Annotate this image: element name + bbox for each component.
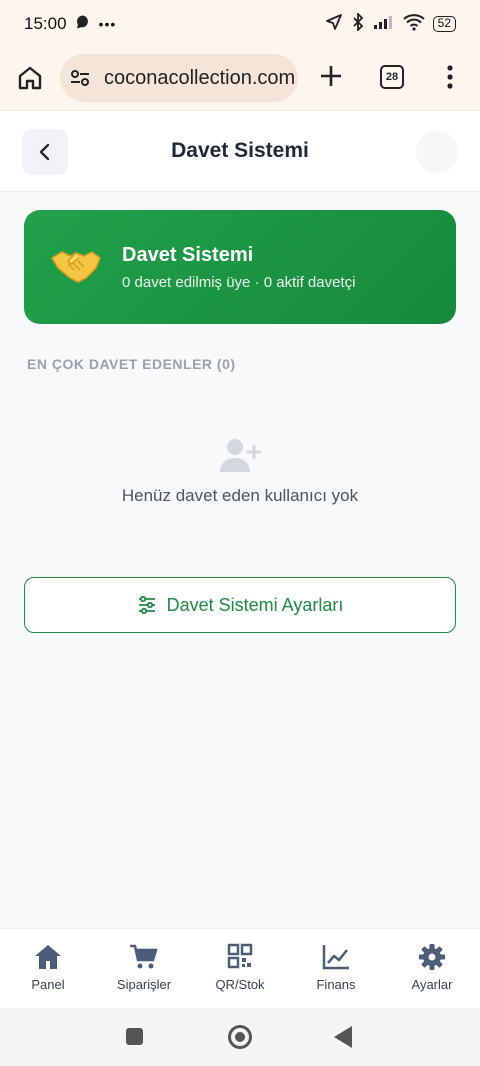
wifi-icon bbox=[402, 13, 425, 36]
location-icon bbox=[325, 13, 343, 36]
nav-label: Ayarlar bbox=[411, 977, 453, 992]
nav-label: Finans bbox=[316, 977, 356, 992]
back-triangle-icon[interactable] bbox=[334, 1026, 352, 1048]
bottom-navigation: Panel Siparişler QR/Stok Finans Ayarlar bbox=[0, 928, 480, 1008]
page-title: Davet Sistemi bbox=[171, 139, 309, 162]
battery-indicator: 52 bbox=[432, 16, 456, 32]
nav-item-settings[interactable]: Ayarlar bbox=[384, 929, 480, 1008]
cart-icon bbox=[130, 944, 158, 969]
chart-icon bbox=[322, 945, 349, 970]
hero-stats: 0 davet edilmiş üye · 0 aktif davetçi bbox=[122, 274, 356, 291]
status-bar: 15:00 ••• 52 bbox=[0, 0, 480, 48]
browser-toolbar: coconacollection.com 28 bbox=[0, 48, 480, 110]
more-dots-icon: ••• bbox=[98, 16, 117, 32]
hero-title: Davet Sistemi bbox=[122, 244, 254, 266]
home-icon[interactable] bbox=[16, 64, 44, 92]
address-bar[interactable]: coconacollection.com bbox=[60, 54, 298, 102]
settings-button-label: Davet Sistemi Ayarları bbox=[166, 594, 344, 615]
tab-switcher-button[interactable]: 28 bbox=[380, 65, 404, 89]
url-text: coconacollection.com bbox=[104, 66, 296, 89]
nav-item-finance[interactable]: Finans bbox=[288, 929, 384, 1008]
system-navigation bbox=[0, 1008, 480, 1066]
nav-label: QR/Stok bbox=[215, 977, 265, 992]
empty-state-text: Henüz davet eden kullanıcı yok bbox=[121, 486, 359, 505]
nav-label: Panel bbox=[31, 977, 65, 992]
signal-icon bbox=[373, 14, 395, 35]
nav-item-panel[interactable]: Panel bbox=[0, 929, 96, 1008]
top-inviters-heading: EN ÇOK DAVET EDENLER (0) bbox=[27, 356, 236, 372]
sliders-icon bbox=[138, 595, 155, 615]
header-action-button[interactable] bbox=[416, 131, 458, 173]
home-circle-icon[interactable] bbox=[228, 1025, 252, 1049]
bluetooth-icon bbox=[351, 11, 365, 36]
invite-settings-button[interactable]: Davet Sistemi Ayarları bbox=[24, 577, 456, 633]
new-tab-icon[interactable] bbox=[318, 63, 344, 89]
recents-icon[interactable] bbox=[126, 1028, 143, 1045]
status-time: 15:00 bbox=[24, 14, 67, 33]
app-header: Davet Sistemi bbox=[0, 110, 480, 192]
nav-item-orders[interactable]: Siparişler bbox=[96, 929, 192, 1008]
gear-icon bbox=[419, 944, 445, 970]
site-settings-icon[interactable] bbox=[68, 66, 92, 90]
add-user-icon bbox=[218, 436, 262, 476]
nav-item-qr-stock[interactable]: QR/Stok bbox=[192, 929, 288, 1008]
qr-icon bbox=[227, 943, 253, 969]
more-menu-icon[interactable] bbox=[440, 63, 460, 91]
nav-label: Siparişler bbox=[116, 977, 172, 992]
handshake-icon bbox=[50, 244, 102, 288]
invite-summary-card: Davet Sistemi 0 davet edilmiş üye · 0 ak… bbox=[24, 210, 456, 324]
chat-icon bbox=[75, 14, 91, 35]
home-icon bbox=[35, 945, 61, 969]
